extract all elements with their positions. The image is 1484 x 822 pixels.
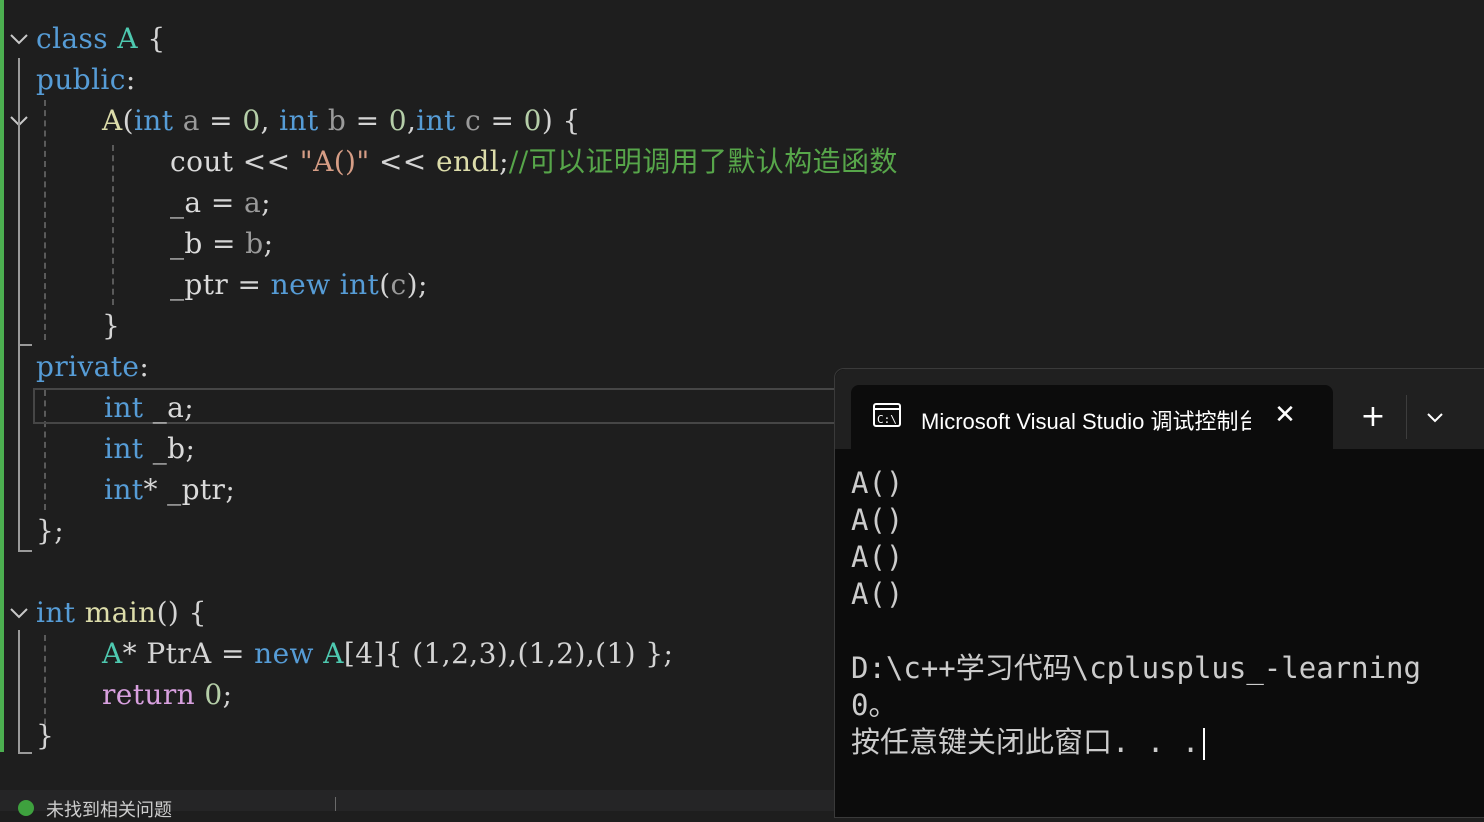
output-line: D:\c++学习代码\cplusplus_-learning bbox=[851, 651, 1421, 685]
fold-region-bracket bbox=[18, 630, 32, 754]
chevron-down-icon[interactable] bbox=[1417, 399, 1453, 435]
output-line: ​ bbox=[851, 613, 1421, 650]
fold-chevron-icon[interactable] bbox=[8, 602, 30, 624]
code-line-3: A(int a = 0, int b = 0,int c = 0) { bbox=[102, 104, 581, 137]
issues-status[interactable]: 未找到相关问题 bbox=[46, 796, 172, 822]
fold-chevron-icon[interactable] bbox=[8, 28, 30, 50]
status-separator bbox=[335, 797, 336, 811]
close-tab-button[interactable]: ✕ bbox=[1269, 399, 1301, 431]
prompt-text: 按任意键关闭此窗口. . . bbox=[851, 725, 1200, 759]
code-line-6: _b = b; bbox=[170, 227, 274, 260]
terminal-tab[interactable]: C:\ Microsoft Visual Studio 调试控制台 ✕ bbox=[851, 385, 1333, 449]
code-line-13: }; bbox=[36, 514, 65, 547]
code-line-9: private: bbox=[36, 350, 150, 383]
code-line-10: int _a; bbox=[104, 391, 195, 424]
code-line-8: } bbox=[102, 309, 121, 342]
titlebar-divider bbox=[1406, 395, 1407, 439]
console-output: A()A()A()A()​D:\c++学习代码\cplusplus_-learn… bbox=[851, 465, 1421, 761]
code-line-5: _a = a; bbox=[170, 186, 271, 219]
code-line-17: } bbox=[36, 719, 55, 752]
terminal-tab-title: Microsoft Visual Studio 调试控制台 bbox=[921, 409, 1251, 434]
code-line-4: cout << "A()" << endl;//可以证明调用了默认构造函数 bbox=[170, 145, 898, 178]
output-prompt-line: 按任意键关闭此窗口. . . bbox=[851, 724, 1421, 761]
output-line: A() bbox=[851, 577, 904, 611]
code-line-2: public: bbox=[36, 63, 136, 96]
new-tab-button[interactable]: + bbox=[1355, 399, 1391, 435]
code-line-11: int _b; bbox=[104, 432, 196, 465]
code-line-7: _ptr = new int(c); bbox=[170, 268, 428, 301]
code-line-14: int main() { bbox=[36, 596, 207, 629]
fold-region-bracket bbox=[18, 140, 32, 346]
svg-text:C:\: C:\ bbox=[877, 413, 897, 426]
indent-guide bbox=[112, 145, 114, 305]
indent-guide bbox=[44, 100, 46, 340]
code-line-16: return 0; bbox=[102, 678, 233, 711]
output-line: A() bbox=[851, 503, 904, 537]
output-line: 0。 bbox=[851, 688, 898, 722]
output-line: A() bbox=[851, 540, 904, 574]
output-line: A() bbox=[851, 466, 904, 500]
code-line-12: int* _ptr; bbox=[104, 473, 236, 506]
code-line-15: A* PtrA = new A[4]{ (1,2,3),(1,2),(1) }; bbox=[102, 637, 674, 670]
code-line-1: class A { bbox=[36, 22, 166, 55]
no-issues-icon bbox=[18, 800, 34, 816]
change-indicator-bar bbox=[0, 0, 4, 752]
debug-console-window[interactable]: C:\ Microsoft Visual Studio 调试控制台 ✕ + A(… bbox=[834, 368, 1484, 818]
text-cursor bbox=[1203, 728, 1206, 760]
console-icon: C:\ bbox=[873, 403, 901, 427]
